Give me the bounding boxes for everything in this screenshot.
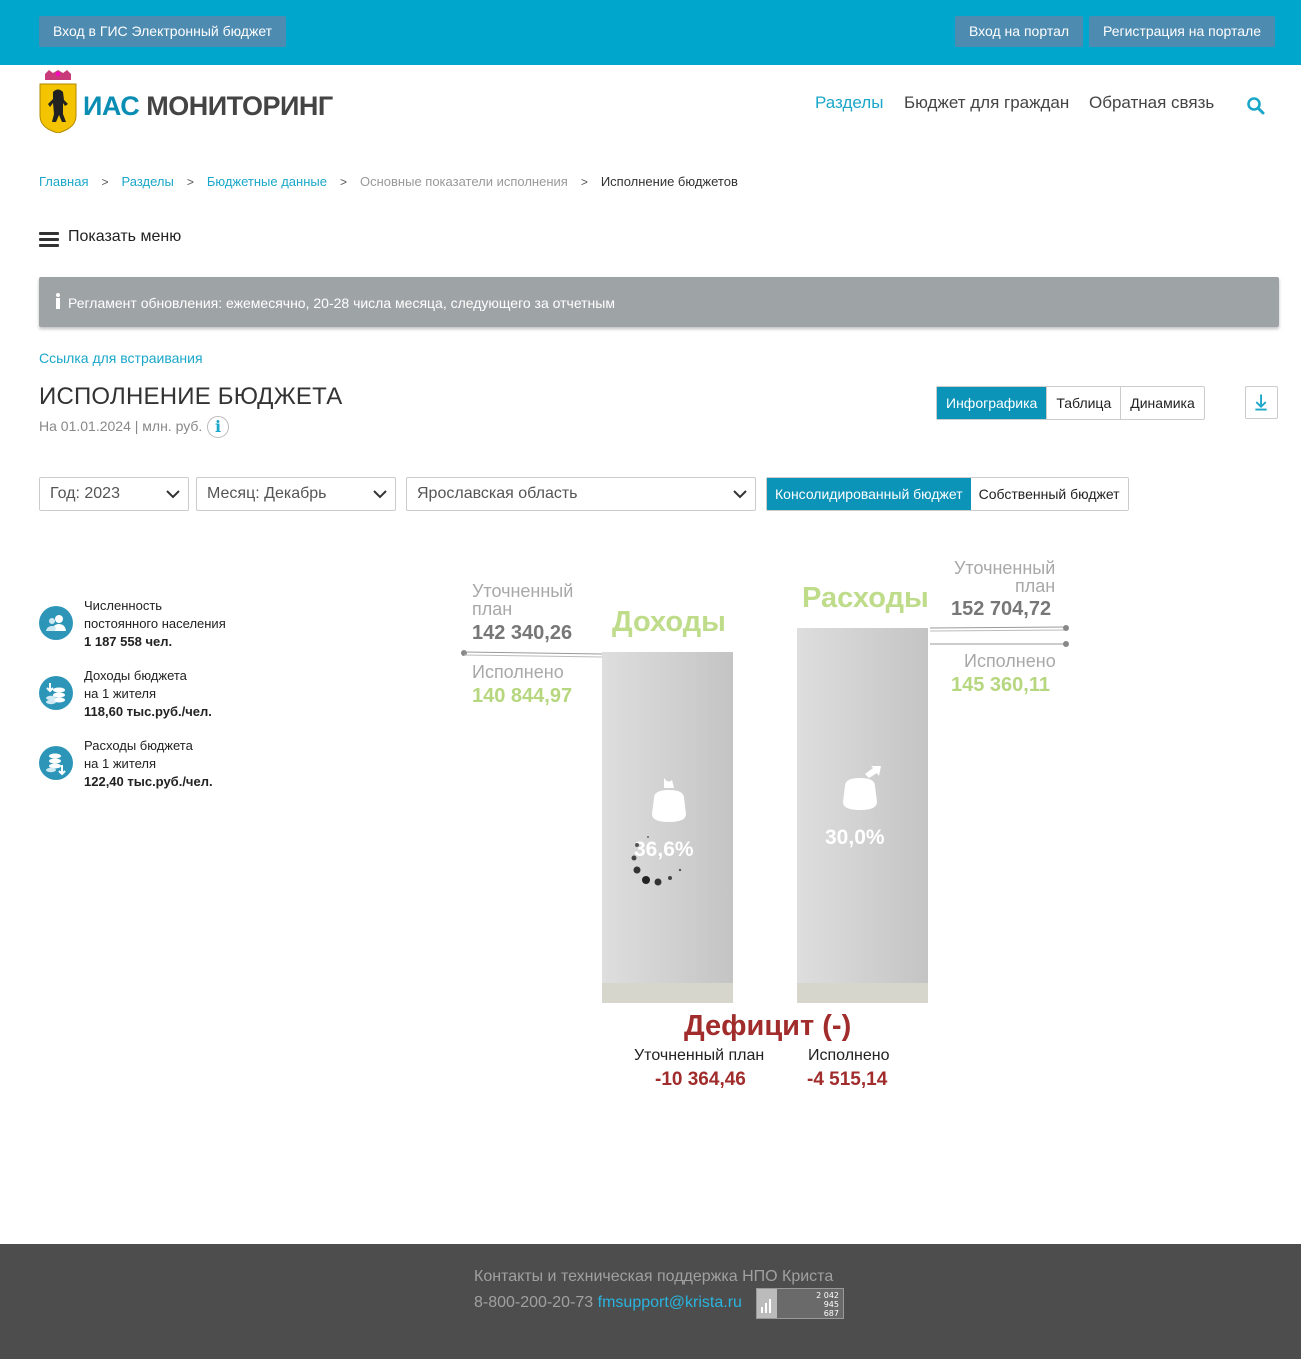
breadcrumb-home[interactable]: Главная [39, 174, 88, 189]
expense-exec-label: Исполнено [964, 651, 1056, 671]
chevron-down-icon [373, 490, 387, 499]
budget-type-tabs: Консолидированный бюджет Собственный бюд… [766, 477, 1129, 511]
logo-monitoring: МОНИТОРИНГ [146, 91, 333, 121]
top-bar: Вход в ГИС Электронный бюджет Вход на по… [0, 0, 1301, 65]
nav-citizens-budget[interactable]: Бюджет для граждан [904, 93, 1069, 113]
tab-table[interactable]: Таблица [1046, 387, 1120, 419]
update-notice-text: Регламент обновления: ежемесячно, 20-28 … [68, 295, 615, 311]
chevron-right-icon: > [580, 175, 588, 189]
gis-login-button[interactable]: Вход в ГИС Электронный бюджет [39, 16, 287, 47]
logo-title[interactable]: ИАС МОНИТОРИНГ [83, 91, 333, 122]
info-button[interactable]: i [207, 416, 229, 438]
breadcrumb-main-indicators[interactable]: Основные показатели исполнения [360, 174, 568, 189]
stat-expense-label-2: на 1 жителя [84, 756, 157, 771]
stat-expense-label: Расходы бюджета [84, 738, 193, 753]
chevron-right-icon: > [101, 175, 109, 189]
site-header: ИАС МОНИТОРИНГ Разделы Бюджет для гражда… [0, 65, 1301, 155]
expense-leader-lines [929, 625, 1069, 647]
expense-bar: 30,0% [797, 628, 928, 1003]
income-exec-label: Исполнено [472, 662, 564, 682]
embed-link[interactable]: Ссылка для встраивания [39, 350, 203, 366]
region-select-value: Ярославская область [417, 485, 578, 502]
income-title: Доходы [612, 606, 726, 638]
income-exec-value: 140 844,97 [472, 685, 573, 707]
income-plan-label: Уточненный [472, 581, 574, 601]
breadcrumb-sections[interactable]: Разделы [122, 174, 174, 189]
footer-phone: 8-800-200-20-73 [474, 1294, 594, 1311]
footer-phone-line: 8-800-200-20-73 fmsupport@krista.ru [474, 1294, 742, 1312]
stat-income-label-2: на 1 жителя [84, 686, 157, 701]
deficit-plan-value: -10 364,46 [655, 1069, 746, 1090]
view-tabs: Инфографика Таблица Динамика [936, 386, 1205, 420]
month-select-value: Месяц: Декабрь [207, 485, 327, 502]
tab-consolidated-budget[interactable]: Консолидированный бюджет [767, 478, 971, 510]
nav-feedback[interactable]: Обратная связь [1089, 93, 1214, 113]
chevron-right-icon: > [339, 175, 347, 189]
chevron-down-icon [166, 490, 180, 499]
region-select[interactable]: Ярославская область [406, 477, 756, 511]
hamburger-icon [39, 232, 59, 248]
stat-expense-value: 122,40 тыс.руб./чел. [84, 774, 213, 789]
nav-sections[interactable]: Разделы [815, 93, 883, 113]
tab-own-budget[interactable]: Собственный бюджет [971, 478, 1128, 510]
page-subtitle: На 01.01.2024 | млн. руб. [39, 418, 203, 434]
counter-views: 2 042 [816, 1291, 839, 1300]
income-plan-label-2: план [472, 599, 513, 619]
loading-spinner-icon [631, 836, 682, 886]
counter-bars-icon [757, 1289, 777, 1318]
counter-visitors: 687 [823, 1309, 839, 1318]
portal-register-button[interactable]: Регистрация на портале [1089, 16, 1275, 47]
breadcrumb-current: Исполнение бюджетов [600, 174, 738, 189]
page-title: ИСПОЛНЕНИЕ БЮДЖЕТА [39, 383, 343, 410]
deficit-title: Дефицит (-) [684, 1010, 852, 1042]
stat-population-value: 1 187 558 чел. [84, 634, 173, 649]
coins-out-icon [39, 746, 73, 780]
stat-income-label: Доходы бюджета [84, 668, 187, 683]
portal-login-button[interactable]: Вход на портал [955, 16, 1084, 47]
download-icon [1255, 394, 1267, 411]
expense-plan-label: Уточненный [954, 558, 1056, 578]
coat-of-arms-icon[interactable] [39, 70, 77, 133]
breadcrumb: Главная > Разделы > Бюджетные данные > Основны… [39, 174, 738, 189]
expense-percent: 30,0% [825, 826, 885, 849]
expense-title: Расходы [802, 582, 929, 614]
deficit-plan-label: Уточненный план [634, 1047, 765, 1064]
year-select-value: Год: 2023 [50, 485, 120, 502]
year-select[interactable]: Год: 2023 [39, 477, 189, 511]
expense-exec-value: 145 360,11 [951, 674, 1050, 696]
expense-plan-label-2: план [1015, 576, 1056, 596]
income-plan-leader-line [461, 650, 603, 658]
update-notice: Регламент обновления: ежемесячно, 20-28 … [39, 277, 1279, 327]
footer-contacts: Контакты и техническая поддержка НПО Кри… [474, 1268, 834, 1285]
stat-population-label-2: постоянного населения [84, 616, 226, 631]
stat-population-label: Численность [84, 598, 163, 613]
stat-income-value: 118,60 тыс.руб./чел. [84, 704, 212, 719]
site-footer: Контакты и техническая поддержка НПО Кри… [0, 1244, 1301, 1359]
income-bar-footer [602, 983, 733, 1003]
expense-bar-footer [797, 983, 928, 1003]
month-select[interactable]: Месяц: Декабрь [196, 477, 396, 511]
chevron-down-icon [733, 490, 747, 499]
logo-ias: ИАС [83, 91, 140, 121]
people-icon [39, 606, 73, 640]
info-icon [56, 293, 60, 309]
visit-counter[interactable]: 2 042 945 687 [756, 1288, 844, 1319]
income-plan-value: 142 340,26 [472, 622, 573, 644]
download-button[interactable] [1245, 386, 1278, 419]
breadcrumb-budget-data[interactable]: Бюджетные данные [207, 174, 327, 189]
tab-infographic[interactable]: Инфографика [937, 387, 1047, 419]
coins-in-icon [39, 676, 73, 710]
chevron-right-icon: > [186, 175, 194, 189]
search-icon[interactable] [1246, 96, 1266, 116]
wallet-out-icon [843, 766, 881, 810]
tab-dynamics[interactable]: Динамика [1120, 387, 1203, 419]
expense-plan-value: 152 704,72 [951, 598, 1052, 620]
counter-visits: 945 [823, 1300, 839, 1309]
deficit-exec-label: Исполнено [808, 1047, 890, 1064]
deficit-exec-value: -4 515,14 [807, 1069, 888, 1090]
wallet-in-icon [652, 778, 686, 822]
income-bar: 36,6% [602, 652, 733, 1003]
footer-email-link[interactable]: fmsupport@krista.ru [598, 1294, 742, 1311]
show-menu-label: Показать меню [68, 228, 182, 245]
